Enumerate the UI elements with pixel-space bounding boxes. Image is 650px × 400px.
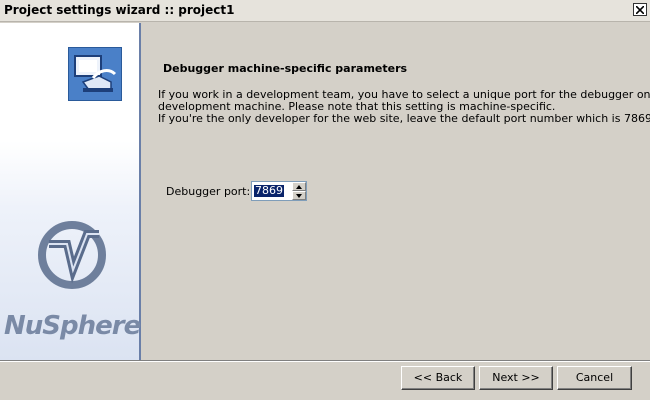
close-icon (636, 5, 644, 14)
close-button[interactable] (633, 3, 647, 16)
port-value[interactable]: 7869 (254, 185, 284, 197)
spin-down-button[interactable] (292, 191, 306, 200)
back-button[interactable]: << Back (401, 366, 475, 390)
page-heading: Debugger machine-specific parameters (163, 62, 408, 75)
brand-name: NuSphere (4, 311, 141, 341)
port-spinner[interactable] (292, 182, 306, 200)
debugger-port-label: Debugger port: (166, 185, 251, 198)
button-separator (0, 360, 650, 362)
debugger-port-input[interactable]: 7869 (251, 181, 307, 201)
arrow-up-icon (296, 184, 302, 189)
description-text: If you work in a development team, you h… (158, 89, 650, 125)
wizard-content: Debugger machine-specific parameters If … (141, 23, 650, 360)
arrow-down-icon (296, 193, 302, 198)
cancel-button[interactable]: Cancel (557, 366, 632, 390)
window-title: Project settings wizard :: project1 (4, 3, 235, 17)
computer-setup-icon (68, 47, 122, 101)
nusphere-logo-icon (38, 221, 106, 289)
next-button[interactable]: Next >> (479, 366, 553, 390)
wizard-side-panel: NuSphere (0, 23, 141, 360)
title-bar[interactable]: Project settings wizard :: project1 (0, 0, 650, 22)
spin-up-button[interactable] (292, 182, 306, 191)
description-line: If you're the only developer for the web… (158, 112, 650, 125)
